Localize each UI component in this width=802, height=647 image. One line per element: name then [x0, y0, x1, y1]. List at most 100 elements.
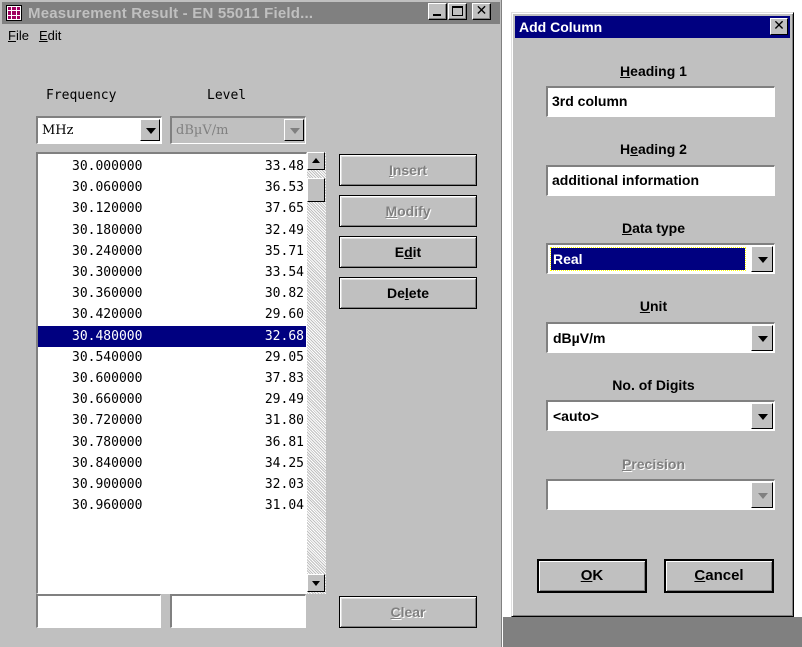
data-type-select[interactable]: Real	[546, 243, 775, 274]
row-frequency: 30.600000	[72, 371, 143, 386]
list-row[interactable]: 30.240000 35.71	[38, 241, 306, 262]
menu-bar: File Edit	[2, 24, 500, 46]
row-level: 32.49	[264, 222, 304, 238]
list-row[interactable]: 30.060000 36.53	[38, 177, 306, 198]
desktop-background	[503, 617, 802, 647]
digits-label: No. of Digits	[612, 377, 695, 393]
close-icon[interactable]: ✕	[472, 3, 491, 20]
unit-select[interactable]: dBµV/m	[546, 322, 775, 353]
level-unit-select: dBµV/m	[170, 116, 306, 144]
row-frequency: 30.060000	[72, 180, 143, 196]
row-level: 32.03	[264, 477, 304, 492]
row-frequency: 30.720000	[72, 413, 143, 429]
list-row[interactable]: 30.720000 31.80	[38, 410, 306, 431]
list-row[interactable]: 30.600000 37.83	[38, 368, 306, 389]
row-frequency: 30.120000	[72, 201, 143, 217]
row-frequency: 30.000000	[72, 159, 143, 174]
row-level: 31.80	[264, 413, 304, 429]
frequency-unit-select[interactable]: MHz	[36, 116, 162, 144]
maximize-icon[interactable]	[448, 3, 467, 20]
list-row[interactable]: 30.660000 29.49	[38, 389, 306, 410]
list-row[interactable]: 30.420000 29.60	[38, 304, 306, 325]
heading1-label: Heading 1	[620, 63, 687, 79]
list-row[interactable]: 30.000000 33.48	[38, 156, 306, 177]
list-row[interactable]: 30.180000 32.49	[38, 220, 306, 241]
row-level: 33.54	[264, 265, 304, 280]
list-row[interactable]: 30.480000 32.68	[38, 325, 306, 347]
list-row[interactable]: 30.300000 33.54	[38, 262, 306, 283]
precision-select	[546, 479, 775, 510]
row-frequency: 30.660000	[72, 392, 143, 408]
row-level: 29.05	[264, 349, 304, 365]
row-level: 37.65	[264, 201, 304, 217]
row-level: 33.48	[264, 159, 304, 174]
chevron-down-icon[interactable]	[751, 325, 773, 351]
data-type-value: Real	[550, 247, 746, 271]
precision-label: Precision	[621, 456, 686, 472]
minimize-icon[interactable]	[428, 3, 447, 20]
edit-button[interactable]: Edit	[339, 236, 477, 268]
frequency-column-header: Frequency	[46, 88, 117, 103]
row-level: 31.04	[264, 498, 304, 514]
window-title-bar[interactable]: Measurement Result - EN 55011 Field...	[2, 2, 500, 24]
data-type-label: Data type	[621, 220, 686, 236]
list-row[interactable]: 30.120000 37.65	[38, 198, 306, 219]
list-scrollbar[interactable]	[307, 152, 326, 594]
row-level: 29.60	[264, 307, 304, 323]
row-level: 29.49	[264, 392, 304, 408]
row-level: 30.82	[264, 286, 304, 302]
cancel-button[interactable]: Cancel	[664, 559, 774, 593]
row-level: 35.71	[264, 243, 304, 259]
row-frequency: 30.780000	[72, 434, 143, 450]
scroll-down-icon[interactable]	[307, 574, 325, 592]
delete-button[interactable]: Delete	[339, 277, 477, 309]
dialog-title: Add Column	[519, 19, 603, 35]
level-unit-value: dBµV/m	[176, 123, 229, 138]
list-row[interactable]: 30.960000 31.04	[38, 495, 306, 516]
digits-select[interactable]: <auto>	[546, 400, 775, 431]
row-frequency: 30.840000	[72, 455, 143, 471]
row-level: 36.81	[264, 434, 304, 450]
digits-value: <auto>	[553, 408, 599, 424]
close-icon[interactable]: ✕	[770, 18, 788, 35]
chevron-down-icon[interactable]	[751, 403, 773, 429]
app-grid-icon[interactable]	[6, 5, 22, 21]
frequency-unit-value: MHz	[42, 123, 74, 138]
list-row[interactable]: 30.540000 29.05	[38, 347, 306, 368]
measurement-list[interactable]: 30.000000 33.48 30.060000 36.53 30.120000 37.…	[36, 152, 307, 594]
level-entry-field[interactable]	[170, 594, 306, 628]
row-frequency: 30.480000	[72, 328, 143, 344]
add-column-dialog: Add Column ✕ Heading 1 3rd column Headin…	[511, 12, 794, 617]
list-row[interactable]: 30.900000 32.03	[38, 474, 306, 495]
row-frequency: 30.360000	[72, 286, 143, 302]
scroll-thumb[interactable]	[307, 178, 325, 202]
row-frequency: 30.960000	[72, 498, 143, 514]
level-column-header: Level	[207, 88, 247, 103]
modify-button[interactable]: Modify	[339, 195, 477, 227]
heading1-input[interactable]: 3rd column	[546, 86, 775, 117]
chevron-down-icon	[751, 482, 773, 508]
heading2-input[interactable]: additional information	[546, 165, 775, 196]
scroll-up-icon[interactable]	[307, 152, 325, 170]
row-level: 36.53	[264, 180, 304, 196]
clear-button[interactable]: Clear	[339, 596, 477, 628]
frequency-entry-field[interactable]	[36, 594, 161, 628]
window-title: Measurement Result - EN 55011 Field...	[28, 4, 314, 22]
list-row[interactable]: 30.780000 36.81	[38, 432, 306, 453]
chevron-down-icon[interactable]	[751, 246, 773, 272]
insert-button[interactable]: Insert	[339, 154, 477, 186]
dialog-title-bar[interactable]: Add Column ✕	[515, 16, 790, 38]
menu-edit[interactable]: Edit	[39, 28, 61, 43]
row-frequency: 30.900000	[72, 477, 143, 492]
list-row[interactable]: 30.360000 30.82	[38, 283, 306, 304]
ok-button[interactable]: OK	[537, 559, 647, 593]
row-frequency: 30.180000	[72, 222, 143, 238]
menu-file[interactable]: File	[8, 28, 29, 43]
unit-label: Unit	[639, 298, 668, 314]
heading2-label: Heading 2	[620, 141, 687, 157]
precision-value	[551, 484, 553, 506]
row-level: 37.83	[264, 371, 304, 386]
row-frequency: 30.300000	[72, 265, 143, 280]
chevron-down-icon[interactable]	[140, 119, 160, 141]
list-row[interactable]: 30.840000 34.25	[38, 453, 306, 474]
